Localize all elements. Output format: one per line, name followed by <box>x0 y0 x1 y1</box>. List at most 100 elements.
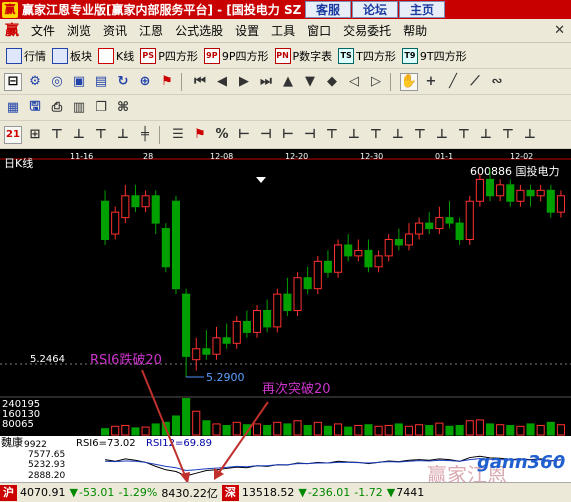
flag-icon[interactable]: ⚑ <box>158 73 176 91</box>
candle[interactable] <box>273 293 282 328</box>
camera-icon[interactable]: ▥ <box>70 99 88 117</box>
candle[interactable] <box>374 255 383 268</box>
menu-gann[interactable]: 江恩 <box>133 22 169 39</box>
candle[interactable] <box>475 178 484 202</box>
candle[interactable] <box>202 348 211 355</box>
p-number-table-button[interactable]: PN P数字表 <box>274 47 332 64</box>
kline-svg[interactable]: 日K线 600886 国投电力 11-16 28 12-08 12-20 12-… <box>0 149 571 436</box>
tick-1-icon[interactable]: ⊢ <box>235 126 253 144</box>
candle[interactable] <box>293 277 302 312</box>
sector-button[interactable]: 板块 <box>52 47 92 64</box>
candle[interactable] <box>506 184 515 202</box>
left-right-icon[interactable]: ◁ <box>345 73 363 91</box>
menu-browse[interactable]: 浏览 <box>61 22 97 39</box>
candle[interactable] <box>171 200 181 290</box>
diamond-icon[interactable]: ◆ <box>323 73 341 91</box>
candle[interactable] <box>161 228 170 268</box>
percent-icon[interactable]: % <box>213 126 231 144</box>
cross-cursor-icon[interactable]: + <box>422 73 440 91</box>
tick-6-icon[interactable]: ⊥ <box>345 126 363 144</box>
candle[interactable] <box>222 337 231 344</box>
candle[interactable] <box>232 320 241 344</box>
rotate-icon[interactable]: ↻ <box>114 73 132 91</box>
candle[interactable] <box>252 310 262 333</box>
menu-settings[interactable]: 设置 <box>229 22 265 39</box>
p-square-button[interactable]: PS P四方形 <box>140 47 198 64</box>
candle[interactable] <box>334 244 343 273</box>
candle[interactable] <box>435 217 444 230</box>
tick-5-icon[interactable]: ⊤ <box>323 126 341 144</box>
text-tool-icon[interactable]: ∾ <box>488 73 506 91</box>
candle[interactable] <box>404 233 414 246</box>
last-icon[interactable]: ⏭ <box>257 73 275 91</box>
tick-3-icon[interactable]: ⊢ <box>279 126 297 144</box>
network-icon[interactable]: ⌘ <box>114 99 132 117</box>
crosshair-icon[interactable]: ⊕ <box>136 73 154 91</box>
candle[interactable] <box>415 222 424 235</box>
arrow-up-icon[interactable]: ▲ <box>279 73 297 91</box>
gann-4-icon[interactable]: ⊥ <box>114 126 132 144</box>
first-icon[interactable]: ⏮ <box>191 73 209 91</box>
tick-14-icon[interactable]: ⊥ <box>521 126 539 144</box>
quotes-button[interactable]: 行情 <box>6 47 46 64</box>
home-button[interactable]: 主页 <box>399 1 445 18</box>
line-tool-icon[interactable]: ╱ <box>444 73 462 91</box>
menu-app-icon[interactable]: 赢 <box>3 22 21 40</box>
tick-4-icon[interactable]: ⊣ <box>301 126 319 144</box>
candle[interactable] <box>425 222 434 230</box>
tick-2-icon[interactable]: ⊣ <box>257 126 275 144</box>
flag-red-icon[interactable]: ⚑ <box>191 126 209 144</box>
menu-news[interactable]: 资讯 <box>97 22 133 39</box>
candle[interactable] <box>516 189 525 202</box>
candle[interactable] <box>485 178 495 197</box>
kline-chart[interactable]: 日K线 600886 国投电力 11-16 28 12-08 12-20 12-… <box>0 149 571 458</box>
gann-2-icon[interactable]: ⊥ <box>70 126 88 144</box>
calendar-icon[interactable]: 21 <box>4 125 22 144</box>
9p-square-button[interactable]: 9P 9P四方形 <box>203 47 269 64</box>
candle[interactable] <box>465 200 474 240</box>
hand-icon[interactable]: ✋ <box>400 72 418 91</box>
candle[interactable] <box>111 211 120 235</box>
candle[interactable] <box>536 189 545 197</box>
forum-button[interactable]: 论坛 <box>352 1 398 18</box>
close-icon[interactable]: ✕ <box>554 23 565 38</box>
candle[interactable] <box>313 260 322 290</box>
candle[interactable] <box>182 293 191 357</box>
next-icon[interactable]: ▶ <box>235 73 253 91</box>
target-icon[interactable]: ◎ <box>48 73 66 91</box>
gann-5-icon[interactable]: ╪ <box>136 126 154 144</box>
prev-icon[interactable]: ◀ <box>213 73 231 91</box>
candle[interactable] <box>323 260 332 273</box>
tick-12-icon[interactable]: ⊥ <box>477 126 495 144</box>
gear-icon[interactable]: ⚙ <box>26 73 44 91</box>
candle[interactable] <box>344 244 353 257</box>
menu-tools[interactable]: 工具 <box>265 22 301 39</box>
candle[interactable] <box>546 189 555 213</box>
menu-help[interactable]: 帮助 <box>397 22 433 39</box>
t-square-button[interactable]: TS T四方形 <box>338 47 396 64</box>
menu-window[interactable]: 窗口 <box>301 22 337 39</box>
candle[interactable] <box>496 184 505 197</box>
save-icon[interactable]: 🖫 <box>26 99 44 117</box>
candle[interactable] <box>263 310 272 328</box>
copy-icon[interactable]: ❐ <box>92 99 110 117</box>
gann-1-icon[interactable]: ⊤ <box>48 126 66 144</box>
arrow-down-icon[interactable]: ▼ <box>301 73 319 91</box>
tick-10-icon[interactable]: ⊥ <box>433 126 451 144</box>
candle[interactable] <box>455 222 464 240</box>
candle[interactable] <box>121 195 130 219</box>
candle[interactable] <box>364 249 373 268</box>
candle[interactable] <box>394 238 403 246</box>
candle[interactable] <box>131 195 140 208</box>
candle[interactable] <box>242 320 251 333</box>
window-icon[interactable]: ▣ <box>70 73 88 91</box>
candle[interactable] <box>141 195 150 208</box>
tick-8-icon[interactable]: ⊥ <box>389 126 407 144</box>
tick-9-icon[interactable]: ⊤ <box>411 126 429 144</box>
candle[interactable] <box>283 293 292 312</box>
bars-icon[interactable]: ☰ <box>169 126 187 144</box>
tick-11-icon[interactable]: ⊤ <box>455 126 473 144</box>
gann-3-icon[interactable]: ⊤ <box>92 126 110 144</box>
support-button[interactable]: 客服 <box>305 1 351 18</box>
menu-trade[interactable]: 交易委托 <box>337 22 397 39</box>
